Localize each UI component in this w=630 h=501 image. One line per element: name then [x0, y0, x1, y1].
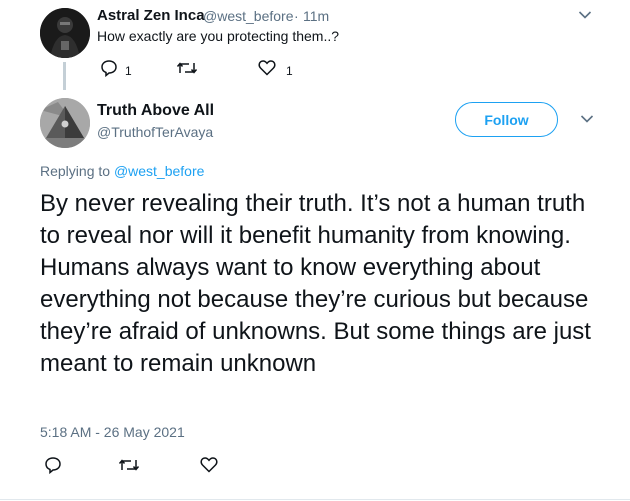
replying-prefix: Replying to [40, 163, 111, 179]
retweet-icon[interactable] [176, 60, 198, 76]
main-author-name[interactable]: Truth Above All [97, 102, 214, 120]
replying-handle-link[interactable]: @west_before [114, 163, 204, 179]
thread-line [63, 62, 66, 90]
parent-separator: · [294, 8, 299, 24]
chevron-down-icon[interactable] [580, 114, 594, 124]
retweet-icon[interactable] [118, 457, 140, 473]
follow-button[interactable]: Follow [455, 102, 558, 137]
helmet-figure-icon [40, 8, 90, 58]
reply-icon[interactable] [44, 456, 62, 474]
parent-tweet-text: How exactly are you protecting them..? [97, 28, 340, 44]
parent-handle[interactable]: @west_before [203, 8, 293, 24]
parent-author-name[interactable]: Astral Zen Inca [97, 7, 205, 24]
replying-to-label: Replying to @west_before [40, 163, 204, 179]
like-icon[interactable] [258, 59, 276, 76]
parent-like-count: 1 [286, 64, 293, 78]
main-tweet-text: By never revealing their truth. It’s not… [40, 190, 591, 377]
reply-icon[interactable] [100, 59, 118, 77]
pyramid-icon [40, 98, 90, 148]
main-handle[interactable]: @TruthofTerAvaya [97, 124, 213, 140]
main-avatar[interactable] [40, 98, 90, 148]
like-icon[interactable] [200, 456, 218, 473]
bottom-divider [0, 499, 630, 500]
parent-time[interactable]: 11m [303, 8, 329, 24]
parent-reply-count: 1 [125, 64, 132, 78]
chevron-down-icon[interactable] [578, 10, 592, 20]
parent-avatar[interactable] [40, 8, 90, 58]
tweet-timestamp[interactable]: 5:18 AM - 26 May 2021 [40, 424, 185, 440]
